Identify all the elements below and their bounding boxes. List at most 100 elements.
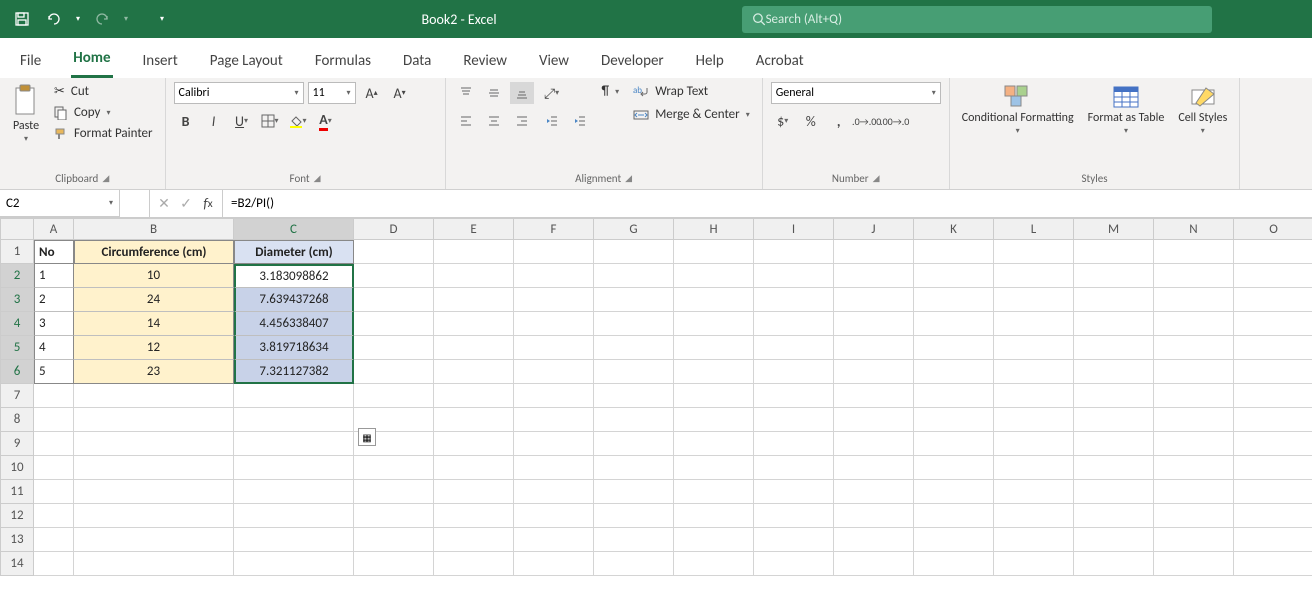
orientation-button[interactable]: ⤢▾	[540, 82, 564, 104]
cell[interactable]	[34, 552, 74, 576]
cell[interactable]: No	[34, 240, 74, 264]
cell[interactable]	[914, 264, 994, 288]
col-header[interactable]: B	[74, 218, 234, 240]
cell[interactable]	[434, 504, 514, 528]
cell[interactable]	[234, 384, 354, 408]
cell[interactable]: 7.639437268	[234, 288, 354, 312]
cell[interactable]	[754, 384, 834, 408]
cell[interactable]	[834, 528, 914, 552]
cell[interactable]	[754, 360, 834, 384]
cell[interactable]	[354, 240, 434, 264]
cell[interactable]	[34, 456, 74, 480]
cell[interactable]	[354, 504, 434, 528]
cell[interactable]	[1154, 504, 1234, 528]
cell[interactable]	[1154, 360, 1234, 384]
row-header[interactable]: 5	[0, 336, 34, 360]
cell[interactable]	[1154, 240, 1234, 264]
cell-styles-button[interactable]: Cell Styles▾	[1174, 82, 1231, 138]
cell[interactable]	[514, 288, 594, 312]
cell[interactable]	[1234, 480, 1312, 504]
cell[interactable]	[434, 456, 514, 480]
col-header[interactable]: F	[514, 218, 594, 240]
search-input[interactable]	[766, 12, 1202, 27]
increase-indent-button[interactable]	[568, 110, 592, 132]
cell[interactable]	[594, 360, 674, 384]
cell[interactable]	[834, 504, 914, 528]
align-right-button[interactable]	[510, 110, 534, 132]
cell[interactable]	[594, 528, 674, 552]
underline-button[interactable]: U▾	[230, 110, 254, 132]
cell[interactable]: 4	[34, 336, 74, 360]
cell[interactable]	[434, 408, 514, 432]
cell[interactable]	[1154, 408, 1234, 432]
cell[interactable]	[434, 384, 514, 408]
cell[interactable]	[1154, 264, 1234, 288]
row-header[interactable]: 13	[0, 528, 34, 552]
cell[interactable]	[994, 360, 1074, 384]
cell[interactable]	[234, 480, 354, 504]
cell[interactable]	[834, 480, 914, 504]
cell[interactable]	[834, 384, 914, 408]
font-name-combo[interactable]: Calibri▾	[174, 82, 304, 104]
cell[interactable]	[34, 504, 74, 528]
decrease-indent-button[interactable]	[540, 110, 564, 132]
cell[interactable]	[834, 312, 914, 336]
cell[interactable]	[994, 288, 1074, 312]
cell[interactable]	[354, 552, 434, 576]
cell[interactable]	[514, 408, 594, 432]
cell[interactable]	[594, 456, 674, 480]
percent-button[interactable]: %	[799, 110, 823, 132]
cell[interactable]	[1234, 528, 1312, 552]
undo-dropdown-icon[interactable]: ▾	[76, 14, 80, 24]
cell[interactable]	[234, 432, 354, 456]
cell[interactable]	[74, 432, 234, 456]
cell[interactable]	[354, 528, 434, 552]
tab-review[interactable]: Review	[461, 42, 509, 78]
cell[interactable]	[514, 384, 594, 408]
font-size-combo[interactable]: 11▾	[308, 82, 356, 104]
row-header[interactable]: 2	[0, 264, 34, 288]
cell[interactable]	[74, 408, 234, 432]
cell[interactable]	[674, 384, 754, 408]
dialog-launcher-icon[interactable]: ◢	[102, 173, 109, 184]
cell[interactable]	[74, 384, 234, 408]
cell[interactable]	[1154, 528, 1234, 552]
cell[interactable]	[594, 408, 674, 432]
cell[interactable]	[674, 480, 754, 504]
cancel-icon[interactable]: ✕	[154, 193, 174, 215]
cell[interactable]	[914, 384, 994, 408]
cell[interactable]	[74, 504, 234, 528]
cell[interactable]	[1234, 288, 1312, 312]
cell[interactable]	[434, 312, 514, 336]
cell[interactable]	[514, 504, 594, 528]
align-middle-button[interactable]	[482, 82, 506, 104]
tab-acrobat[interactable]: Acrobat	[754, 42, 806, 78]
cell[interactable]	[674, 360, 754, 384]
tab-insert[interactable]: Insert	[141, 42, 180, 78]
cell[interactable]	[674, 408, 754, 432]
cell[interactable]	[914, 288, 994, 312]
tab-help[interactable]: Help	[694, 42, 726, 78]
cell[interactable]	[594, 432, 674, 456]
cell[interactable]	[594, 264, 674, 288]
tab-home[interactable]: Home	[71, 39, 112, 78]
cell[interactable]	[34, 528, 74, 552]
cell[interactable]: Circumference (cm)	[74, 240, 234, 264]
cell[interactable]	[1234, 384, 1312, 408]
cell[interactable]	[34, 480, 74, 504]
redo-icon[interactable]	[92, 9, 112, 29]
cell[interactable]	[354, 480, 434, 504]
comma-button[interactable]: ,	[827, 110, 851, 132]
cell[interactable]	[994, 312, 1074, 336]
cell[interactable]	[1234, 336, 1312, 360]
cell[interactable]	[434, 240, 514, 264]
cell[interactable]	[434, 264, 514, 288]
borders-button[interactable]: ▾	[258, 110, 282, 132]
dialog-launcher-icon[interactable]: ◢	[625, 173, 632, 184]
cell[interactable]	[994, 480, 1074, 504]
cell[interactable]	[234, 528, 354, 552]
cell[interactable]: 5	[34, 360, 74, 384]
cell[interactable]	[514, 552, 594, 576]
cell[interactable]	[994, 384, 1074, 408]
cell[interactable]	[1074, 240, 1154, 264]
